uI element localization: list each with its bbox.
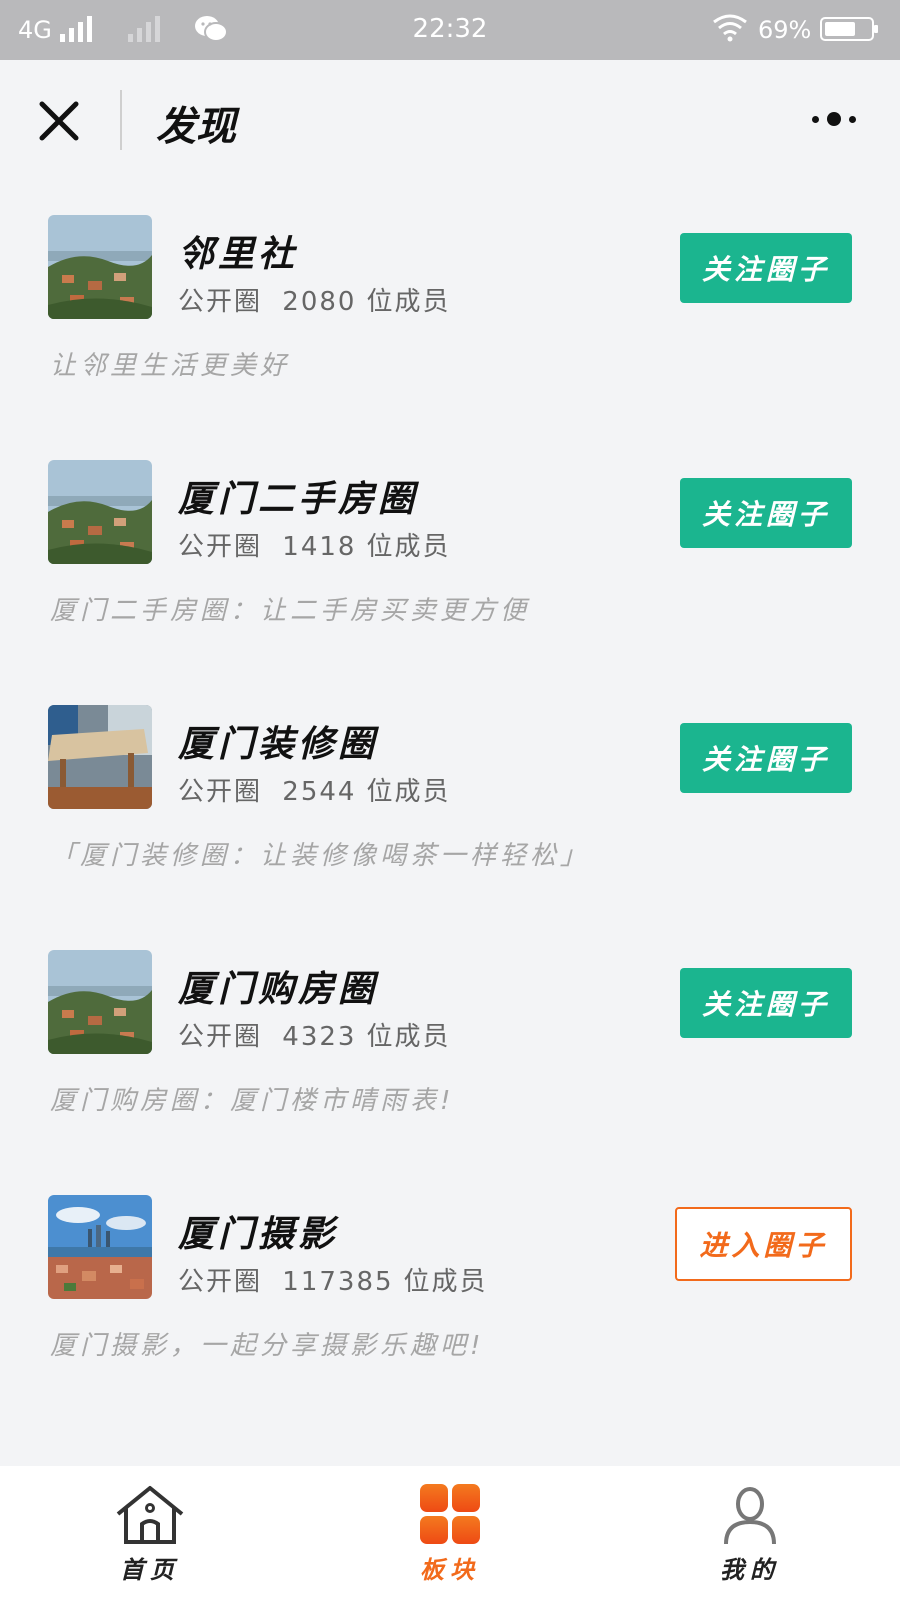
battery-icon xyxy=(820,17,878,41)
nav-divider xyxy=(120,90,122,150)
grid-icon xyxy=(420,1484,480,1544)
home-icon xyxy=(116,1486,184,1544)
circle-description: 让邻里生活更美好 xyxy=(50,351,291,381)
tab-label: 板块 xyxy=(420,1555,480,1584)
circle-item[interactable]: 邻里社 公开圈 2080 位成员 让邻里生活更美好 关注圈子 xyxy=(0,215,900,415)
follow-circle-button[interactable]: 关注圈子 xyxy=(680,478,852,548)
member-suffix: 位成员 xyxy=(366,1022,451,1052)
circle-name: 邻里社 xyxy=(178,233,299,275)
member-count: 2080 xyxy=(282,287,357,317)
member-suffix: 位成员 xyxy=(366,777,451,807)
tab-bar: 首页 板块 我的 xyxy=(0,1466,900,1600)
circle-name: 厦门装修圈 xyxy=(178,723,379,765)
circle-name: 厦门购房圈 xyxy=(178,968,379,1010)
wifi-icon xyxy=(713,14,747,42)
page-title: 发现 xyxy=(156,103,236,150)
follow-circle-button[interactable]: 关注圈子 xyxy=(680,723,852,793)
circle-description: 厦门购房圈：厦门楼市晴雨表! xyxy=(50,1086,455,1116)
circle-type: 公开圈 xyxy=(178,1022,263,1052)
status-bar: 4G 22:32 69% xyxy=(0,0,900,60)
circle-meta: 公开圈 117385 位成员 xyxy=(178,1261,498,1298)
follow-circle-button[interactable]: 关注圈子 xyxy=(680,968,852,1038)
follow-circle-button[interactable]: 关注圈子 xyxy=(680,233,852,303)
circle-thumbnail xyxy=(48,460,152,564)
member-count: 2544 xyxy=(282,777,357,807)
tab-home[interactable]: 首页 xyxy=(0,1466,300,1600)
circle-item[interactable]: 厦门装修圈 公开圈 2544 位成员 「厦门装修圈：让装修像喝茶一样轻松」 关注圈… xyxy=(0,705,900,905)
close-icon[interactable] xyxy=(36,98,82,144)
member-count: 4323 xyxy=(282,1022,357,1052)
circle-item[interactable]: 厦门二手房圈 公开圈 1418 位成员 厦门二手房圈：让二手房买卖更方便 关注圈子 xyxy=(0,460,900,660)
battery-percent: 69% xyxy=(758,16,812,44)
circle-type: 公开圈 xyxy=(178,287,263,317)
member-suffix: 位成员 xyxy=(366,287,451,317)
user-icon xyxy=(724,1487,776,1545)
circle-thumbnail xyxy=(48,1195,152,1299)
circle-thumbnail xyxy=(48,215,152,319)
member-suffix: 位成员 xyxy=(403,1267,488,1297)
member-count: 117385 xyxy=(282,1267,394,1297)
tab-board[interactable]: 板块 xyxy=(300,1466,600,1600)
circle-description: 「厦门装修圈：让装修像喝茶一样轻松」 xyxy=(50,841,591,871)
circle-name: 厦门摄影 xyxy=(178,1213,339,1255)
nav-bar: 发现 xyxy=(0,60,900,180)
circle-meta: 公开圈 4323 位成员 xyxy=(178,1016,460,1053)
circle-description: 厦门摄影，一起分享摄影乐趣吧! xyxy=(50,1331,485,1361)
more-icon[interactable] xyxy=(812,112,856,126)
enter-circle-button[interactable]: 进入圈子 xyxy=(675,1207,852,1281)
circle-thumbnail xyxy=(48,950,152,1054)
circle-type: 公开圈 xyxy=(178,777,263,807)
circle-thumbnail xyxy=(48,705,152,809)
member-count: 1418 xyxy=(282,532,357,562)
circle-description: 厦门二手房圈：让二手房买卖更方便 xyxy=(50,596,531,626)
circle-item[interactable]: 厦门摄影 公开圈 117385 位成员 厦门摄影，一起分享摄影乐趣吧! 进入圈子 xyxy=(0,1195,900,1395)
tab-mine[interactable]: 我的 xyxy=(600,1466,900,1600)
tab-label: 我的 xyxy=(720,1555,780,1584)
circle-type: 公开圈 xyxy=(178,1267,263,1297)
circle-meta: 公开圈 2080 位成员 xyxy=(178,281,460,318)
tab-label: 首页 xyxy=(120,1555,180,1584)
circle-meta: 公开圈 2544 位成员 xyxy=(178,771,460,808)
circle-type: 公开圈 xyxy=(178,532,263,562)
member-suffix: 位成员 xyxy=(366,532,451,562)
circle-meta: 公开圈 1418 位成员 xyxy=(178,526,460,563)
circle-item[interactable]: 厦门购房圈 公开圈 4323 位成员 厦门购房圈：厦门楼市晴雨表! 关注圈子 xyxy=(0,950,900,1150)
circle-name: 厦门二手房圈 xyxy=(178,478,419,520)
